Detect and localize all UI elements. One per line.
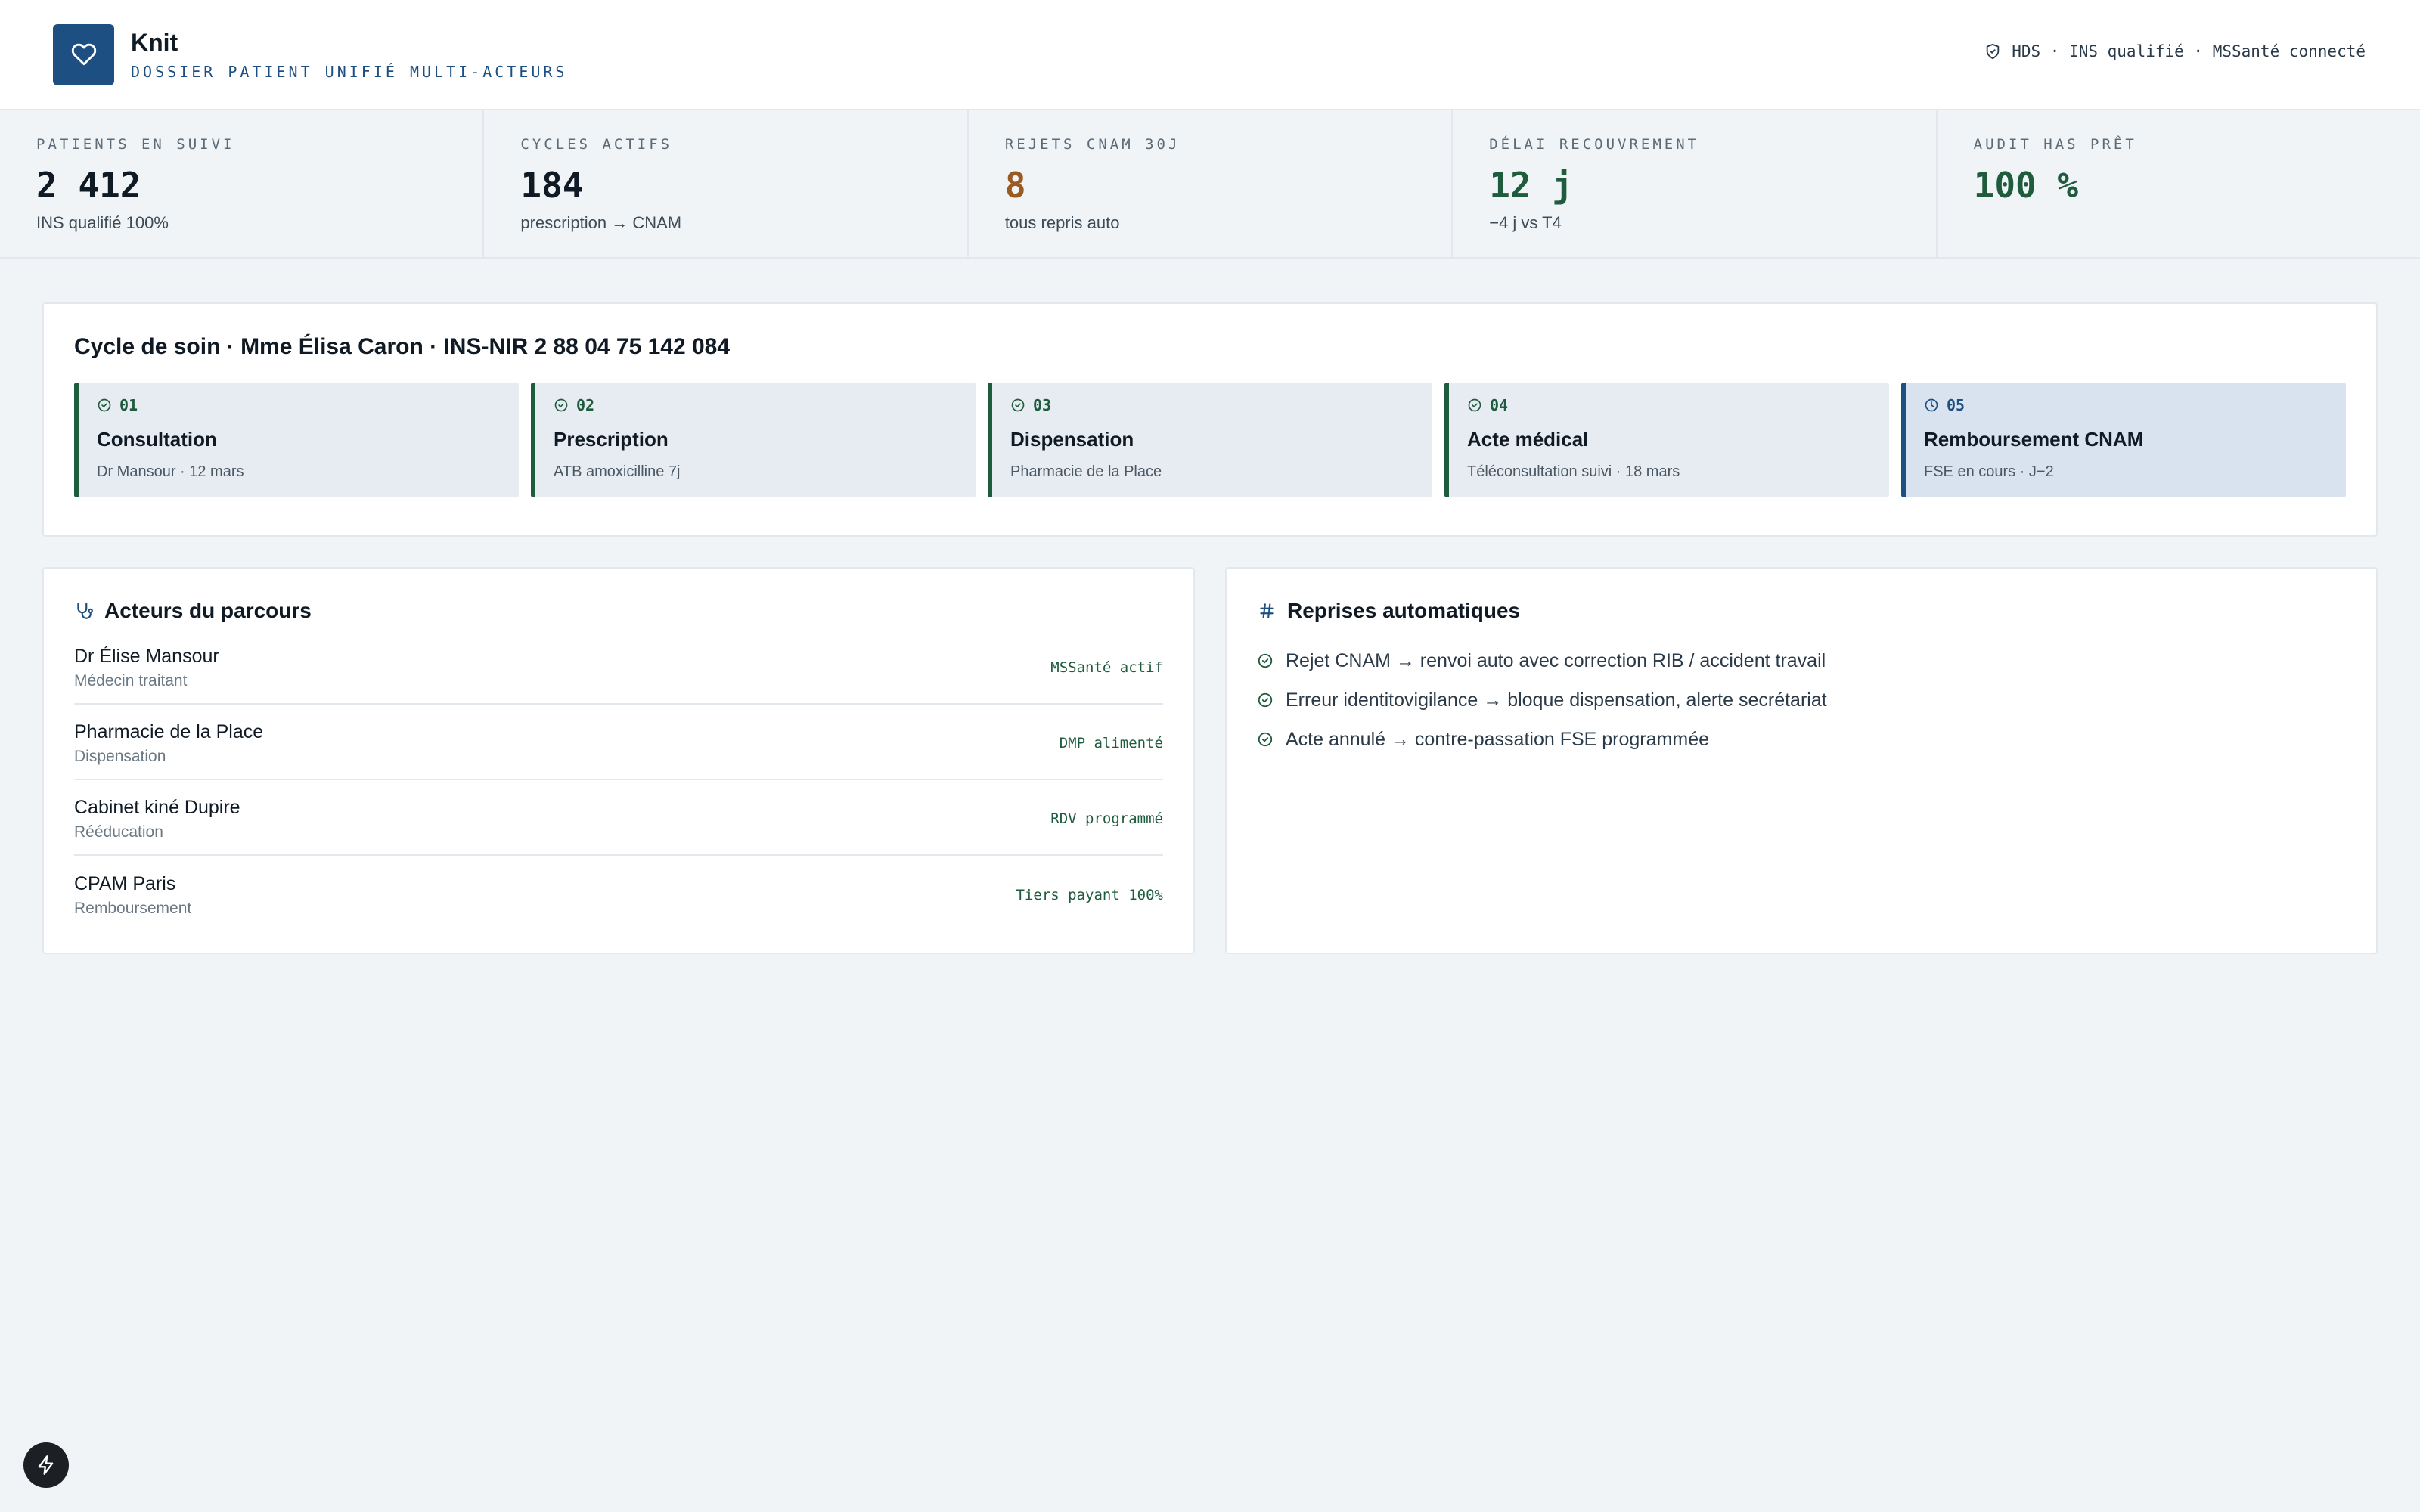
step-title: Acte médical <box>1467 428 1589 451</box>
actor-name: Cabinet kiné Dupire <box>74 796 240 818</box>
kpi-label: PATIENTS EN SUIVI <box>36 136 235 153</box>
auto-panel-header: Reprises automatiques <box>1257 599 2346 623</box>
actor-name: CPAM Paris <box>74 872 176 894</box>
brand: Knit DOSSIER PATIENT UNIFIÉ MULTI-ACTEUR… <box>131 29 567 81</box>
actor-role: Remboursement <box>74 899 192 917</box>
actor-status: MSSanté actif <box>1050 659 1163 676</box>
cycle-step-prescription[interactable]: 02 Prescription ATB amoxicilline 7j <box>531 383 976 497</box>
check-circle-icon <box>1468 398 1481 412</box>
kpi-rejets: REJETS CNAM 30J 8 tous repris auto <box>969 110 1454 257</box>
check-circle-icon <box>1011 398 1025 412</box>
kpi-audit: AUDIT HAS PRÊT 100 % <box>1938 110 2420 257</box>
step-number-text: 05 <box>1947 396 1965 414</box>
kpi-value: 8 <box>1004 165 1026 206</box>
clock-icon <box>1925 398 1938 412</box>
list-item: Rejet CNAM → renvoi auto avec correction… <box>1257 641 2346 680</box>
step-number-text: 04 <box>1490 396 1509 414</box>
app-header: Knit DOSSIER PATIENT UNIFIÉ MULTI-ACTEUR… <box>0 0 2420 110</box>
care-cycle-title: Cycle de soin · Mme Élisa Caron · INS-NI… <box>74 334 731 359</box>
list-item[interactable]: CPAM Paris Remboursement Tiers payant 10… <box>74 856 1163 931</box>
app-subtitle: DOSSIER PATIENT UNIFIÉ MULTI-ACTEURS <box>131 62 568 81</box>
actor-name: Pharmacie de la Place <box>74 720 264 742</box>
auto-rule-text: Rejet CNAM → renvoi auto avec correction… <box>1286 649 1826 671</box>
step-title: Prescription <box>554 428 669 451</box>
actor-list: Dr Élise Mansour Médecin traitant MSSant… <box>74 629 1163 931</box>
actors-panel-title: Acteurs du parcours <box>104 599 312 622</box>
check-circle-icon <box>1258 692 1273 708</box>
kpi-patients: PATIENTS EN SUIVI 2 412 INS qualifié 100… <box>0 110 485 257</box>
step-number: 03 <box>1010 396 1414 414</box>
list-item[interactable]: Dr Élise Mansour Médecin traitant MSSant… <box>74 629 1163 705</box>
auto-panel-title: Reprises automatiques <box>1287 599 1521 622</box>
kpi-delai: DÉLAI RECOUVREMENT 12 j −4 j vs T4 <box>1453 110 1938 257</box>
list-item[interactable]: Pharmacie de la Place Dispensation DMP a… <box>74 705 1163 780</box>
auto-rule-list: Rejet CNAM → renvoi auto avec correction… <box>1257 641 2346 759</box>
list-item: Erreur identitovigilance → bloque dispen… <box>1257 680 2346 720</box>
kpi-value: 12 j <box>1489 165 1573 206</box>
kpi-label: DÉLAI RECOUVREMENT <box>1489 136 1700 153</box>
step-detail: ATB amoxicilline 7j <box>554 463 681 480</box>
step-detail: Téléconsultation suivi · 18 mars <box>1467 463 1680 480</box>
care-cycle-card: Cycle de soin · Mme Élisa Caron · INS-NI… <box>42 302 2378 537</box>
cycle-step-remboursement[interactable]: 05 Remboursement CNAM FSE en cours · J−2 <box>1901 383 2346 497</box>
check-circle-icon <box>1258 732 1273 747</box>
kpi-label: AUDIT HAS PRÊT <box>1973 136 2137 153</box>
heart-icon <box>71 43 96 66</box>
check-circle-icon <box>1258 653 1273 668</box>
step-title: Remboursement CNAM <box>1924 428 2144 451</box>
actor-status: RDV programmé <box>1050 810 1163 827</box>
step-number-text: 03 <box>1033 396 1052 414</box>
actors-panel: Acteurs du parcours Dr Élise Mansour Méd… <box>42 567 1195 954</box>
actors-panel-header: Acteurs du parcours <box>74 599 1163 623</box>
kpi-sub: prescription → CNAM <box>520 213 682 232</box>
check-circle-icon <box>98 398 111 412</box>
kpi-strip: PATIENTS EN SUIVI 2 412 INS qualifié 100… <box>0 110 2420 259</box>
cycle-step-acte-medical[interactable]: 04 Acte médical Téléconsultation suivi ·… <box>1444 383 1889 497</box>
kpi-label: CYCLES ACTIFS <box>520 136 673 153</box>
kpi-value: 184 <box>520 165 584 206</box>
actor-role: Médecin traitant <box>74 671 188 689</box>
quick-action-button[interactable] <box>23 1442 69 1488</box>
kpi-sub: −4 j vs T4 <box>1489 213 1562 232</box>
app-name: Knit <box>131 28 178 56</box>
logo[interactable] <box>53 23 114 85</box>
actor-role: Dispensation <box>74 747 166 765</box>
care-cycle-steps: 01 Consultation Dr Mansour · 12 mars 02 … <box>74 383 2346 497</box>
shield-check-icon <box>1986 43 2000 60</box>
kpi-sub: tous repris auto <box>1004 213 1120 232</box>
kpi-label: REJETS CNAM 30J <box>1004 136 1181 153</box>
actor-status: DMP alimenté <box>1059 735 1163 751</box>
compliance-status-text: HDS · INS qualifié · MSSanté connecté <box>2012 42 2366 60</box>
lightning-icon <box>38 1455 54 1475</box>
step-detail: Pharmacie de la Place <box>1010 463 1162 480</box>
check-circle-icon <box>554 398 568 412</box>
step-number: 05 <box>1924 396 2328 414</box>
kpi-value: 100 % <box>1973 165 2079 206</box>
cycle-step-consultation[interactable]: 01 Consultation Dr Mansour · 12 mars <box>74 383 519 497</box>
actor-status: Tiers payant 100% <box>1016 887 1163 903</box>
actor-role: Rééducation <box>74 823 163 841</box>
step-detail: FSE en cours · J−2 <box>1924 463 2054 480</box>
step-number-text: 02 <box>576 396 595 414</box>
auto-recovery-panel: Reprises automatiques Rejet CNAM → renvo… <box>1225 567 2378 954</box>
cycle-step-dispensation[interactable]: 03 Dispensation Pharmacie de la Place <box>988 383 1432 497</box>
list-item[interactable]: Cabinet kiné Dupire Rééducation RDV prog… <box>74 780 1163 856</box>
step-detail: Dr Mansour · 12 mars <box>97 463 244 480</box>
kpi-cycles: CYCLES ACTIFS 184 prescription → CNAM <box>484 110 969 257</box>
step-title: Consultation <box>97 428 217 451</box>
kpi-sub: INS qualifié 100% <box>36 213 169 232</box>
actor-name: Dr Élise Mansour <box>74 645 219 667</box>
auto-rule-text: Acte annulé → contre-passation FSE progr… <box>1286 728 1709 750</box>
auto-rule-text: Erreur identitovigilance → bloque dispen… <box>1286 689 1827 711</box>
step-number-text: 01 <box>119 396 138 414</box>
hash-icon <box>1260 603 1274 618</box>
step-number: 01 <box>97 396 501 414</box>
step-title: Dispensation <box>1010 428 1134 451</box>
list-item: Acte annulé → contre-passation FSE progr… <box>1257 720 2346 759</box>
compliance-status: HDS · INS qualifié · MSSanté connecté <box>1984 42 2366 60</box>
step-number: 02 <box>554 396 957 414</box>
step-number: 04 <box>1467 396 1871 414</box>
kpi-value: 2 412 <box>36 165 141 206</box>
stethoscope-icon <box>77 603 93 619</box>
